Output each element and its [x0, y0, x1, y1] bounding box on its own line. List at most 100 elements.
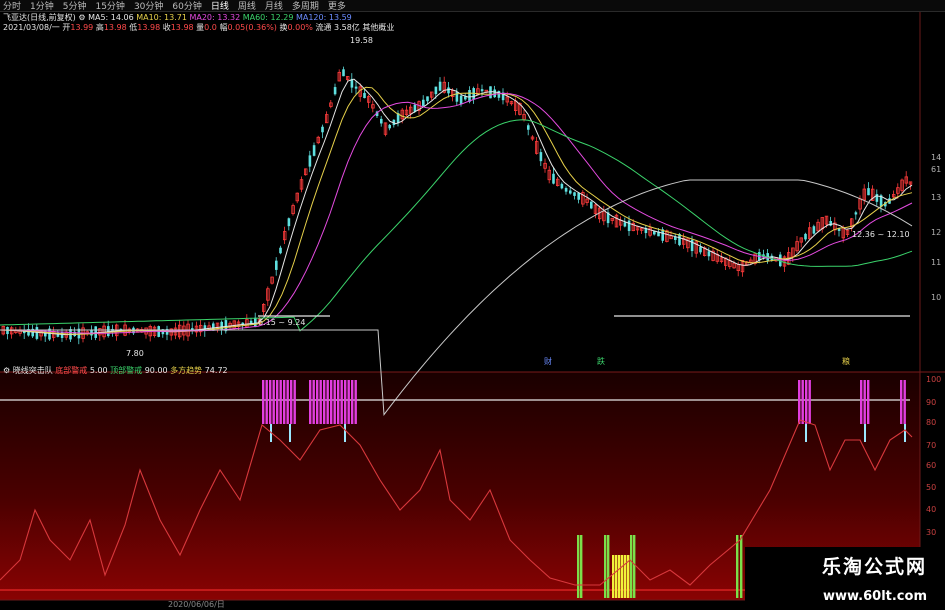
candle-body-110 [464, 96, 467, 100]
price-axis-label-4: 11 [931, 258, 941, 267]
pink-bar-21 [347, 380, 350, 424]
pink-bar-0 [262, 380, 265, 424]
candle-body-206 [867, 188, 870, 196]
candle-body-25 [107, 326, 110, 337]
candle-body-208 [875, 194, 879, 202]
pink-bar-2 [269, 380, 272, 424]
ma-legend-ma10: MA10: 13.71 [136, 13, 190, 22]
pink-bar-23 [354, 380, 357, 424]
pink-bar-14 [323, 380, 326, 424]
candle-body-65 [275, 260, 278, 270]
candle-body-133 [560, 183, 564, 189]
cyan-tick-2 [344, 424, 346, 442]
candle-body-109 [459, 95, 463, 105]
indicator-gear-icon[interactable]: ⚙ [3, 366, 13, 375]
kline-chart[interactable]: 1461131211101009080706050403020 [0, 0, 945, 609]
indicator-header: ⚙ 晓线突击队 底部警戒 5.00 顶部警戒 90.00 多方趋势 74.72 [3, 366, 228, 376]
pink-bar-24 [798, 380, 801, 424]
pink-bar-12 [316, 380, 319, 424]
candle-body-68 [287, 218, 291, 227]
candle-body-125 [527, 125, 530, 130]
high-price-label: 19.58 [350, 36, 373, 45]
pink-bar-4 [276, 380, 279, 424]
price-axis-label-5: 10 [931, 293, 941, 302]
yellow-bar-621 [621, 555, 624, 598]
stock-title-row: 飞亚达(日线,前复权) ⚙ MA5: 14.06 MA10: 13.71 MA2… [3, 13, 352, 23]
ohlc-item-6: 换0.00% [279, 23, 313, 32]
axes: 1461131211101009080706050403020 [926, 153, 941, 560]
event-marker-die[interactable]: 跌 [597, 357, 605, 367]
ma-legend: MA5: 14.06 MA10: 13.71 MA20: 13.32 MA60:… [88, 13, 352, 22]
pink-bar-15 [326, 380, 329, 424]
float-shares: 流通 3.58亿 其他概业 [315, 23, 395, 32]
candle-body-168 [707, 251, 711, 257]
indicator-axis-label-5: 50 [926, 483, 936, 492]
green-bar-1 [580, 535, 583, 598]
price-axis-label-3: 12 [931, 228, 941, 237]
yellow-bar-612 [612, 555, 615, 598]
indicator-axis-label-1: 90 [926, 398, 936, 407]
candlestick-series [1, 66, 913, 345]
candle-body-22 [94, 326, 97, 338]
candle-body-66 [279, 247, 282, 254]
candle-body-92 [388, 124, 391, 129]
pink-bar-11 [312, 380, 315, 424]
candle-body-60 [254, 317, 257, 328]
candle-body-166 [699, 246, 702, 253]
stock-title: 飞亚达(日线,前复权) [3, 13, 76, 22]
pink-bar-10 [309, 380, 312, 424]
ohlc-item-1: 高13.98 [95, 23, 127, 32]
candle-body-191 [804, 233, 807, 240]
ma-legend-ma60: MA60: 12.29 [242, 13, 296, 22]
candle-body-149 [627, 220, 631, 232]
indicator-axis-label-0: 100 [926, 375, 941, 384]
candle-body-103 [434, 86, 438, 95]
candle-body-84 [354, 86, 358, 89]
ma-legend-ma120: MA120: 13.59 [295, 13, 352, 22]
pink-bar-22 [351, 380, 354, 424]
candle-body-134 [564, 187, 568, 192]
price-axis-label-1: 61 [931, 165, 941, 174]
candle-body-73 [308, 155, 312, 167]
watermark-url: www.60lt.com [822, 589, 927, 604]
indicator-axis-label-7: 30 [926, 528, 936, 537]
candle-body-86 [363, 92, 366, 99]
candle-body-76 [321, 126, 324, 133]
moving-averages [0, 78, 913, 416]
green-bar-5 [633, 535, 636, 598]
pink-bar-32 [903, 380, 906, 424]
candle-body-136 [573, 192, 576, 196]
ma5-line [0, 78, 913, 336]
range-right-label: 12.36 ~ 12.10 [852, 230, 910, 239]
pink-bar-3 [272, 380, 275, 424]
event-marker-liang[interactable]: 粮 [842, 357, 850, 367]
candle-body-111 [468, 90, 471, 102]
pink-bar-29 [863, 380, 866, 424]
range-left-label: 6.15 ~ 9.24 [258, 318, 306, 327]
cyan-tick-1 [289, 424, 291, 442]
ohlc-item-4: 量0.0 [196, 23, 217, 32]
indicator-param-2: 多方趋势 74.72 [170, 366, 228, 375]
pink-bar-27 [808, 380, 811, 424]
cyan-tick-5 [904, 424, 906, 442]
candle-body-52 [220, 321, 223, 331]
candle-body-104 [438, 81, 442, 91]
pink-bar-30 [867, 380, 870, 424]
indicator-axis-label-3: 70 [926, 441, 936, 450]
candle-body-108 [455, 91, 459, 102]
candle-body-135 [569, 190, 572, 194]
price-axis-label-0: 14 [931, 153, 941, 162]
cyan-tick-3 [805, 424, 807, 442]
green-bar-3 [607, 535, 610, 598]
gear-icon[interactable]: ⚙ [78, 13, 88, 22]
candle-body-137 [577, 192, 580, 200]
pink-bar-26 [805, 380, 808, 424]
yellow-bar-618 [618, 555, 621, 598]
candle-body-74 [312, 145, 316, 156]
candle-body-193 [812, 226, 816, 234]
ohlc-item-0: 开13.99 [62, 23, 94, 32]
ohlc-row: 2021/03/08/一 开13.99 高13.98 低13.98 收13.98… [3, 23, 394, 33]
candle-body-203 [854, 212, 858, 215]
indicator-axis-label-6: 40 [926, 505, 936, 514]
event-marker-cai[interactable]: 财 [544, 357, 552, 367]
